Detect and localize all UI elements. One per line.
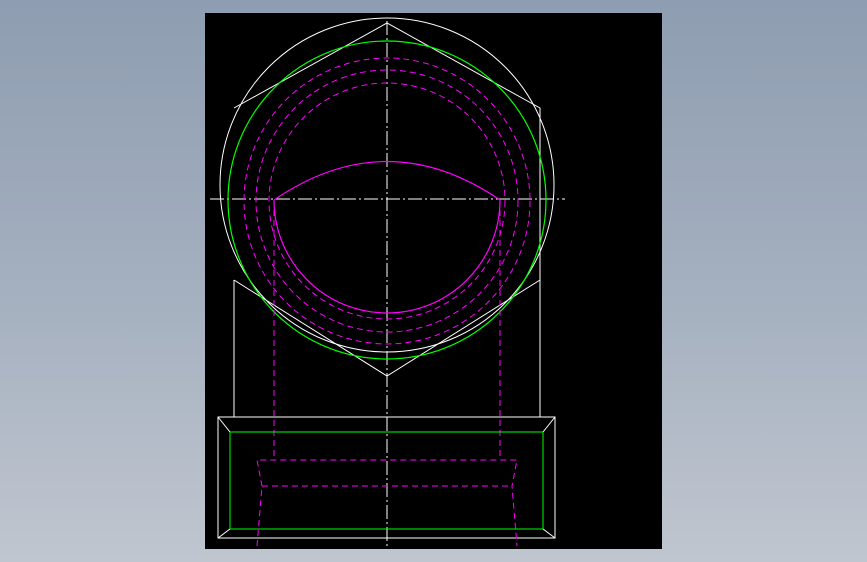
cad-drawing-viewport[interactable]: [205, 13, 662, 549]
technical-drawing: [210, 17, 565, 547]
